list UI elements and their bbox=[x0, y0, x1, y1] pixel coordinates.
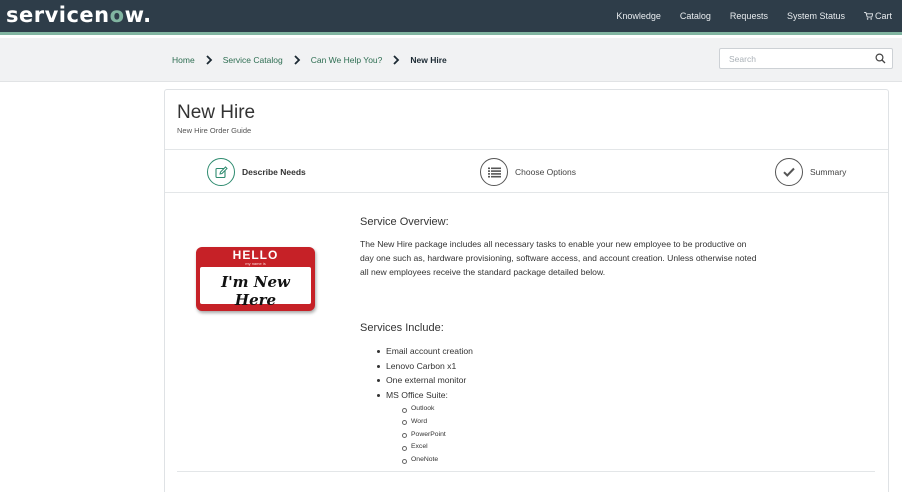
cart-icon bbox=[864, 12, 873, 20]
list-item: One external monitor bbox=[376, 373, 473, 388]
search-input[interactable] bbox=[720, 49, 870, 68]
step-label: Summary bbox=[810, 167, 847, 177]
step-icon-circle bbox=[775, 158, 803, 186]
overview-title: Service Overview: bbox=[360, 216, 449, 228]
services-list: Email account creation Lenovo Carbon x1 … bbox=[376, 344, 473, 402]
list-item: Lenovo Carbon x1 bbox=[376, 359, 473, 374]
nav-cart[interactable]: Cart bbox=[864, 11, 892, 21]
chevron-right-icon bbox=[393, 55, 400, 65]
step-label: Choose Options bbox=[515, 167, 576, 177]
search-box bbox=[719, 48, 893, 69]
badge-subtext: my name is bbox=[245, 261, 266, 266]
step-choose-options[interactable]: Choose Options bbox=[480, 157, 576, 187]
nav-catalog[interactable]: Catalog bbox=[680, 11, 711, 21]
step-label: Describe Needs bbox=[242, 167, 306, 177]
step-summary[interactable]: Summary bbox=[775, 157, 846, 187]
badge-name-text: I'm New Here bbox=[221, 273, 290, 309]
divider bbox=[177, 471, 875, 472]
breadcrumb-current: New Hire bbox=[410, 55, 447, 65]
list-icon bbox=[487, 167, 501, 177]
list-item: PowerPoint bbox=[402, 429, 446, 442]
chevron-right-icon bbox=[294, 55, 300, 65]
breadcrumb-bar: Home Service Catalog Can We Help You? Ne… bbox=[0, 38, 902, 82]
overview-text: The New Hire package includes all necess… bbox=[360, 239, 757, 278]
logo-text-start: servicen bbox=[6, 3, 110, 27]
step-icon-circle bbox=[207, 158, 235, 186]
breadcrumb: Home Service Catalog Can We Help You? Ne… bbox=[172, 38, 447, 82]
list-item: Outlook bbox=[402, 403, 446, 416]
check-icon bbox=[783, 167, 795, 177]
badge-hello-text: HELLO bbox=[232, 248, 279, 262]
chevron-right-icon bbox=[206, 55, 212, 65]
office-apps-list: Outlook Word PowerPoint Excel OneNote bbox=[402, 403, 446, 467]
nav-knowledge[interactable]: Knowledge bbox=[616, 11, 661, 21]
wizard-steps: Describe Needs Choose Options Summary bbox=[165, 150, 888, 193]
logo-text-o: o bbox=[109, 3, 125, 27]
card-header: New Hire New Hire Order Guide bbox=[165, 90, 888, 150]
list-item: Word bbox=[402, 416, 446, 429]
page-title: New Hire bbox=[177, 102, 256, 123]
nav-system-status[interactable]: System Status bbox=[787, 11, 845, 21]
breadcrumb-can-we-help-you[interactable]: Can We Help You? bbox=[311, 55, 383, 65]
edit-icon bbox=[214, 165, 228, 178]
badge-name-area: I'm New Here bbox=[200, 267, 311, 309]
top-header: servicenow. Knowledge Catalog Requests S… bbox=[0, 0, 902, 35]
search-icon[interactable] bbox=[875, 53, 886, 64]
page-subtitle: New Hire Order Guide bbox=[177, 126, 252, 135]
hello-name-badge-image: HELLO my name is I'm New Here bbox=[196, 247, 315, 311]
step-describe-needs[interactable]: Describe Needs bbox=[207, 157, 306, 187]
service-overview: Service Overview: The New Hire package i… bbox=[360, 216, 760, 280]
list-item: OneNote bbox=[402, 454, 446, 467]
list-item: Excel bbox=[402, 441, 446, 454]
list-item: MS Office Suite: bbox=[376, 388, 473, 403]
breadcrumb-service-catalog[interactable]: Service Catalog bbox=[223, 55, 283, 65]
logo-text-end: w. bbox=[124, 3, 152, 27]
order-guide-card: New Hire New Hire Order Guide Describe N… bbox=[164, 89, 889, 492]
nav-cart-label: Cart bbox=[874, 11, 892, 21]
breadcrumb-home[interactable]: Home bbox=[172, 55, 195, 65]
step-icon-circle bbox=[480, 158, 508, 186]
services-title: Services Include: bbox=[360, 322, 444, 334]
servicenow-logo[interactable]: servicenow. bbox=[6, 3, 152, 27]
nav-requests[interactable]: Requests bbox=[730, 11, 768, 21]
list-item: Email account creation bbox=[376, 344, 473, 359]
top-nav: Knowledge Catalog Requests System Status… bbox=[597, 0, 892, 32]
